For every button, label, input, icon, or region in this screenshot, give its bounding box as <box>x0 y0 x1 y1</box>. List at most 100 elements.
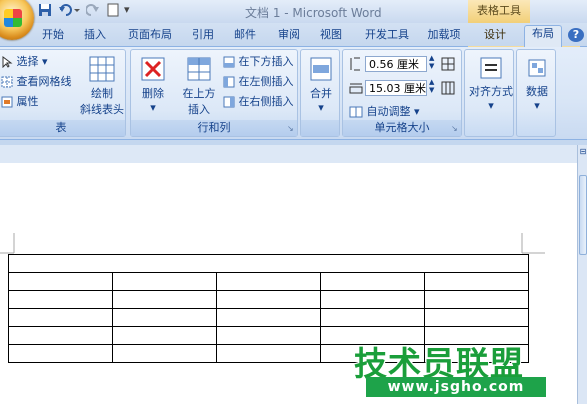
draw-diagonal-label-line1: 绘制 <box>91 87 113 100</box>
tab-home[interactable]: 开始 <box>36 27 70 45</box>
insert-above-button[interactable]: 在上方 插入 <box>179 56 219 117</box>
insert-row-above-icon <box>187 57 211 81</box>
group-label-cell-size: 单元格大小 <box>343 120 461 136</box>
table-row <box>8 254 529 273</box>
tab-layout[interactable]: 布局 <box>524 25 562 47</box>
cursor-arrow-icon <box>2 56 13 68</box>
column-width-spinner[interactable]: ▲ ▼ <box>429 78 434 94</box>
properties-button[interactable]: 属性 <box>1 94 39 110</box>
merge-button[interactable]: 合并 ▾ <box>303 56 339 114</box>
insert-below-button[interactable]: 在下方插入 <box>223 54 294 70</box>
table-cell[interactable] <box>8 254 529 273</box>
new-document-icon[interactable] <box>106 3 120 19</box>
group-data: 数据 ▾ <box>516 49 556 137</box>
tab-page-layout[interactable]: 页面布局 <box>122 27 178 45</box>
window-title: 文档 1 - Microsoft Word <box>245 6 382 20</box>
draw-diagonal-header-button[interactable]: 绘制 斜线表头 <box>79 56 125 117</box>
data-label: 数据 <box>526 85 548 98</box>
tab-design[interactable]: 设计 <box>478 27 512 45</box>
redo-icon[interactable] <box>85 3 100 19</box>
ribbon-tab-bar: 开始 插入 页面布局 引用 邮件 审阅 视图 开发工具 加载项 设计 布局 ? <box>0 23 587 69</box>
select-button[interactable]: 选择 ▾ <box>1 54 48 70</box>
view-gridlines-button[interactable]: 查看网格线 <box>1 74 72 90</box>
ruler-toggle-icon[interactable]: ⊟ <box>578 147 587 159</box>
merge-label: 合并 <box>310 87 332 100</box>
delete-table-icon <box>141 57 165 81</box>
group-label-table: 表 <box>0 120 125 136</box>
table-cell[interactable] <box>320 272 425 291</box>
ribbon: 选择 ▾ 查看网格线 属性 绘制 斜线表头 表 删除 ▾ 在上方 插入 在下方插… <box>0 47 587 139</box>
row-height-field[interactable]: 0.56 厘米 <box>365 56 427 72</box>
tab-add-ins[interactable]: 加载项 <box>424 27 464 45</box>
table-cell[interactable] <box>112 344 217 363</box>
insert-above-label-line1: 在上方 <box>182 87 216 100</box>
dialog-launcher-icon[interactable]: ↘ <box>287 125 295 133</box>
table-cell[interactable] <box>112 272 217 291</box>
tab-review[interactable]: 审阅 <box>272 27 306 45</box>
table-cell[interactable] <box>424 308 529 327</box>
table-cell[interactable] <box>424 290 529 309</box>
table-cell[interactable] <box>8 308 113 327</box>
table-row <box>8 290 529 309</box>
row-height-spinner[interactable]: ▲ ▼ <box>429 54 434 70</box>
table-cell[interactable] <box>216 272 321 291</box>
table-cell[interactable] <box>8 344 113 363</box>
data-button[interactable]: 数据 ▾ <box>519 56 555 112</box>
help-icon[interactable]: ? <box>568 28 584 42</box>
chevron-down-icon: ▾ <box>150 101 156 114</box>
distribute-rows-icon[interactable] <box>441 56 455 72</box>
undo-icon[interactable] <box>58 3 80 19</box>
tab-references[interactable]: 引用 <box>186 27 220 45</box>
scrollbar-thumb[interactable] <box>579 175 587 255</box>
dialog-launcher-icon[interactable]: ↘ <box>451 125 459 133</box>
table-row <box>8 308 529 327</box>
insert-below-label: 在下方插入 <box>238 55 294 68</box>
delete-button[interactable]: 删除 ▾ <box>135 56 171 114</box>
table-cell[interactable] <box>112 308 217 327</box>
properties-icon <box>1 96 13 108</box>
table-cell[interactable] <box>320 308 425 327</box>
insert-left-button[interactable]: 在左侧插入 <box>223 74 294 90</box>
row-height-icon <box>349 56 361 72</box>
group-cell-size: 0.56 厘米 ▲ ▼ 15.03 厘米 ▲ ▼ 自动调整 ▾ 单元格大小 ↘ <box>342 49 462 137</box>
table-cell[interactable] <box>424 272 529 291</box>
data-icon <box>528 59 546 77</box>
column-width-field[interactable]: 15.03 厘米 <box>365 80 427 96</box>
customize-toolbar-icon[interactable]: ▾ <box>124 3 130 19</box>
tab-developer[interactable]: 开发工具 <box>358 27 416 45</box>
tab-view[interactable]: 视图 <box>314 27 348 45</box>
group-rows-columns: 删除 ▾ 在上方 插入 在下方插入 在左侧插入 在右侧插入 行和列 ↘ <box>130 49 298 137</box>
merge-cells-icon <box>310 57 332 81</box>
insert-right-button[interactable]: 在右侧插入 <box>223 94 294 110</box>
group-merge: 合并 ▾ <box>300 49 340 137</box>
group-label-merge <box>301 120 339 136</box>
properties-label: 属性 <box>16 95 39 108</box>
table-cell[interactable] <box>112 290 217 309</box>
table-cell[interactable] <box>8 290 113 309</box>
chevron-down-icon: ▾ <box>318 101 324 114</box>
watermark-url: www.jsgho.com <box>366 377 546 397</box>
autofit-icon <box>349 106 363 118</box>
draw-table-icon <box>89 56 115 82</box>
draw-diagonal-label-line2: 斜线表头 <box>80 103 124 116</box>
table-cell[interactable] <box>112 326 217 345</box>
save-icon[interactable] <box>38 3 52 19</box>
autofit-button[interactable]: 自动调整 ▾ <box>349 104 420 120</box>
alignment-button[interactable]: 对齐方式 ▾ <box>467 56 515 112</box>
table-cell[interactable] <box>8 272 113 291</box>
tab-insert[interactable]: 插入 <box>78 27 112 45</box>
insert-column-right-icon <box>223 96 235 108</box>
group-table: 选择 ▾ 查看网格线 属性 绘制 斜线表头 表 <box>0 49 126 137</box>
table-cell[interactable] <box>320 290 425 309</box>
table-cell[interactable] <box>216 308 321 327</box>
vertical-scrollbar[interactable]: ⊟ <box>577 145 587 404</box>
tab-mailings[interactable]: 邮件 <box>228 27 262 45</box>
office-logo-icon <box>4 9 22 27</box>
distribute-columns-icon[interactable] <box>441 80 455 96</box>
table-cell[interactable] <box>216 344 321 363</box>
alignment-label: 对齐方式 <box>469 85 513 98</box>
table-cell[interactable] <box>216 290 321 309</box>
table-row <box>8 272 529 291</box>
table-cell[interactable] <box>8 326 113 345</box>
table-cell[interactable] <box>216 326 321 345</box>
